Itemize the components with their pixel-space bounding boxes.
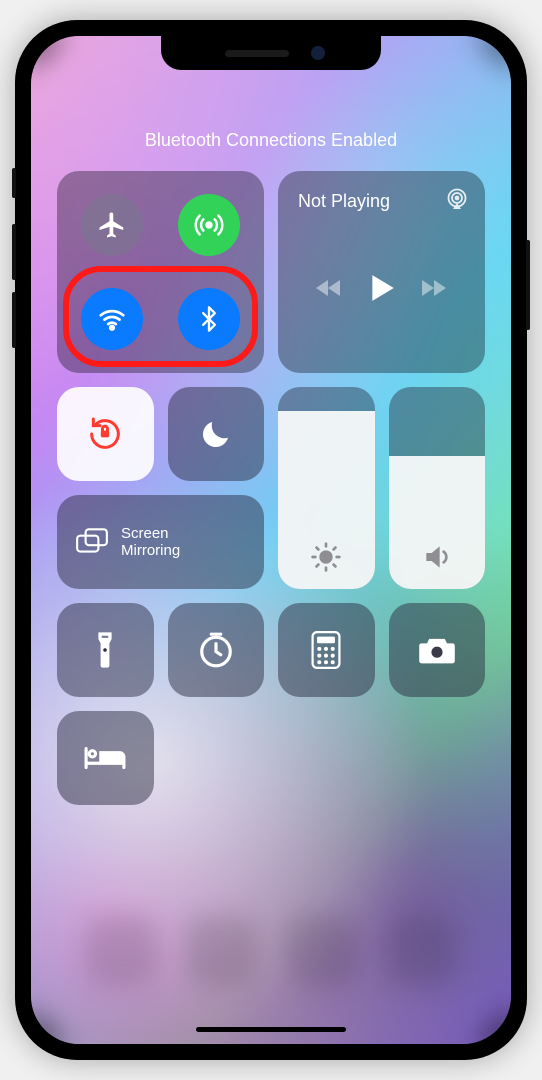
calculator-icon <box>311 631 341 669</box>
rotation-lock-icon <box>85 414 125 454</box>
volume-slider[interactable] <box>389 387 486 589</box>
media-prev-button[interactable] <box>314 276 346 300</box>
hardware-volume-up <box>12 224 16 280</box>
media-play-button[interactable] <box>369 273 395 303</box>
calculator-button[interactable] <box>278 603 375 697</box>
brightness-icon <box>310 541 342 573</box>
moon-icon <box>198 416 234 452</box>
wifi-icon <box>97 304 127 334</box>
screen-mirroring-button[interactable]: Screen Mirroring <box>57 495 264 589</box>
home-indicator[interactable] <box>196 1027 346 1032</box>
screen: Bluetooth Connections Enabled <box>31 36 511 1044</box>
wifi-toggle[interactable] <box>81 288 143 350</box>
timer-button[interactable] <box>168 603 265 697</box>
rotation-lock-toggle[interactable] <box>57 387 154 481</box>
hardware-silence-switch <box>12 168 16 198</box>
bedtime-button[interactable] <box>57 711 154 805</box>
flashlight-button[interactable] <box>57 603 154 697</box>
airplane-icon <box>97 210 127 240</box>
bluetooth-icon <box>195 305 223 333</box>
volume-icon <box>421 541 453 573</box>
hardware-volume-down <box>12 292 16 348</box>
control-center: Bluetooth Connections Enabled <box>31 36 511 1044</box>
bed-icon <box>84 743 126 773</box>
screen-mirroring-icon <box>75 527 109 557</box>
cellular-antenna-icon <box>194 210 224 240</box>
cellular-data-toggle[interactable] <box>178 194 240 256</box>
flashlight-icon <box>94 630 116 670</box>
screen-mirroring-label: Screen Mirroring <box>121 525 180 560</box>
media-title: Not Playing <box>298 191 390 212</box>
hardware-power-button <box>526 240 530 330</box>
notch <box>161 36 381 70</box>
timer-icon <box>197 631 235 669</box>
phone-mockup-frame: Bluetooth Connections Enabled <box>15 20 527 1060</box>
media-next-button[interactable] <box>418 276 450 300</box>
camera-icon <box>417 634 457 666</box>
bluetooth-toggle[interactable] <box>178 288 240 350</box>
media-playback-module[interactable]: Not Playing <box>278 171 485 373</box>
do-not-disturb-toggle[interactable] <box>168 387 265 481</box>
airplay-icon[interactable] <box>445 187 469 211</box>
status-banner: Bluetooth Connections Enabled <box>57 130 485 151</box>
camera-button[interactable] <box>389 603 486 697</box>
connectivity-module[interactable] <box>57 171 264 373</box>
brightness-slider[interactable] <box>278 387 375 589</box>
airplane-mode-toggle[interactable] <box>81 194 143 256</box>
